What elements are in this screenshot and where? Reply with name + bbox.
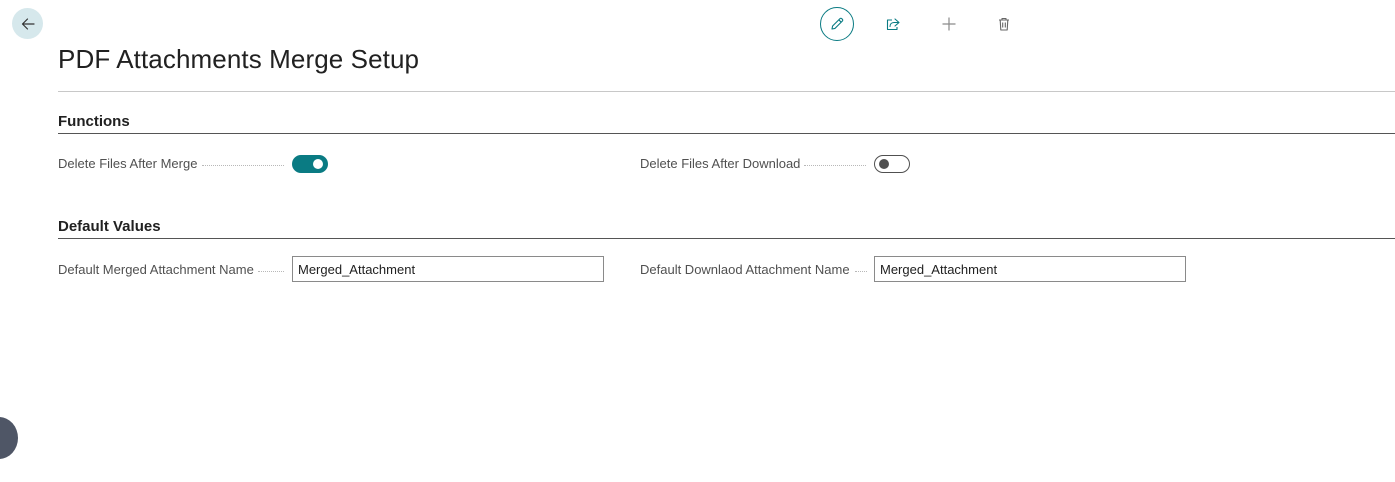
page-title: PDF Attachments Merge Setup [58, 44, 420, 74]
delete-after-merge-toggle[interactable] [292, 155, 328, 173]
leader-dots [202, 165, 284, 166]
edit-button[interactable] [820, 7, 854, 41]
share-button[interactable] [876, 7, 910, 41]
download-name-input[interactable] [874, 256, 1186, 282]
pencil-icon [829, 16, 845, 32]
merged-name-input[interactable] [292, 256, 604, 282]
title-divider [58, 91, 1395, 92]
section-divider-functions [58, 133, 1395, 134]
trash-icon [996, 16, 1012, 32]
new-button[interactable] [932, 7, 966, 41]
toggle-knob [879, 159, 889, 169]
section-title-functions: Functions [58, 113, 130, 130]
section-divider-default-values [58, 238, 1395, 239]
share-icon [885, 16, 901, 32]
leader-dots [855, 271, 867, 272]
section-title-default-values: Default Values [58, 218, 161, 235]
delete-button[interactable] [987, 7, 1021, 41]
leader-dots [258, 271, 284, 272]
side-panel-handle[interactable] [0, 417, 18, 459]
delete-after-merge-label: Delete Files After Merge [58, 156, 198, 171]
delete-after-download-label: Delete Files After Download [640, 156, 801, 171]
merged-name-label: Default Merged Attachment Name [58, 262, 254, 277]
delete-after-download-toggle[interactable] [874, 155, 910, 173]
plus-icon [941, 16, 957, 32]
download-name-label: Default Downlaod Attachment Name [640, 262, 850, 277]
leader-dots [804, 165, 866, 166]
back-button[interactable] [12, 8, 43, 39]
arrow-left-icon [20, 16, 36, 32]
toggle-knob [313, 159, 323, 169]
